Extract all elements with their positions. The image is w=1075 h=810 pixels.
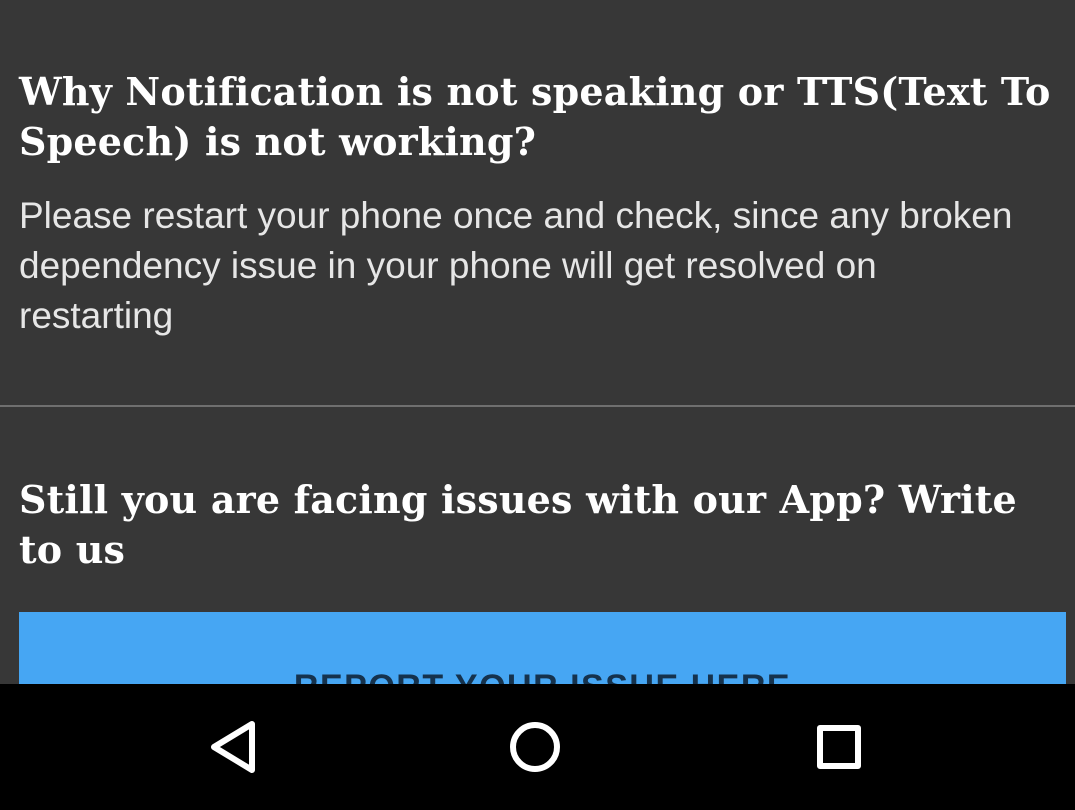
faq-question: Why Notification is not speaking or TTS(… xyxy=(19,69,1051,164)
faq-answer: Please restart your phone once and check… xyxy=(19,195,1013,336)
back-icon xyxy=(211,721,255,773)
report-issue-button-label: REPORT YOUR ISSUE HERE xyxy=(19,668,1066,684)
help-content: Why Notification is not speaking or TTS(… xyxy=(0,0,1075,684)
section-divider xyxy=(0,405,1075,407)
system-navigation-bar xyxy=(0,684,1075,810)
recents-button[interactable] xyxy=(794,702,884,792)
app-screen: Why Notification is not speaking or TTS(… xyxy=(0,0,1075,810)
contact-heading: Still you are facing issues with our App… xyxy=(19,477,1017,572)
home-icon xyxy=(510,722,560,772)
report-issue-button[interactable]: REPORT YOUR ISSUE HERE xyxy=(19,612,1066,684)
back-button[interactable] xyxy=(188,702,278,792)
recents-icon xyxy=(817,725,861,769)
home-button[interactable] xyxy=(490,702,580,792)
